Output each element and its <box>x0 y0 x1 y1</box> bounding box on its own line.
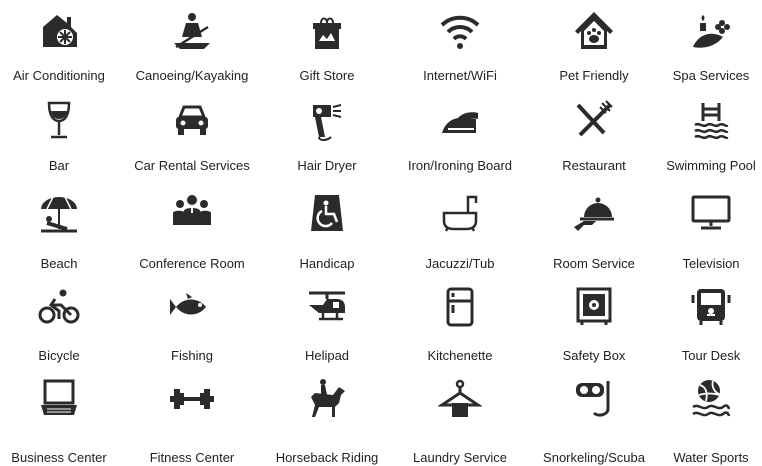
business-center-icon <box>36 376 82 422</box>
pet-friendly-icon <box>571 8 617 54</box>
air-conditioning-icon <box>36 8 82 54</box>
amenity-label: Safety Box <box>562 348 626 363</box>
amenity-item: Helipad <box>262 284 392 364</box>
amenity-label: Conference Room <box>139 256 245 271</box>
hair-dryer-icon <box>304 98 350 144</box>
bar-icon <box>36 98 82 144</box>
amenity-item: Snorkeling/Scuba <box>529 376 659 466</box>
amenity-item: Fitness Center <box>127 376 257 466</box>
horseback-riding-icon <box>304 376 350 422</box>
jacuzzi-tub-icon <box>437 190 483 236</box>
amenity-label: Gift Store <box>299 68 355 83</box>
room-service-icon <box>571 190 617 236</box>
snorkeling-scuba-icon <box>571 376 617 422</box>
amenity-label: Bar <box>48 158 70 173</box>
amenity-label: Car Rental Services <box>134 158 250 173</box>
amenity-label: Television <box>682 256 740 271</box>
safety-box-icon <box>571 284 617 330</box>
water-sports-icon <box>688 376 734 422</box>
amenity-item: Canoeing/Kayaking <box>127 8 257 84</box>
amenity-item: Safety Box <box>529 284 659 364</box>
amenity-item: Kitchenette <box>395 284 525 364</box>
amenity-label: Kitchenette <box>427 348 493 363</box>
beach-icon <box>36 190 82 236</box>
amenity-item: Air Conditioning <box>0 8 124 84</box>
amenity-item: Business Center <box>0 376 124 466</box>
amenity-label: Spa Services <box>672 68 750 83</box>
amenity-label: Laundry Service <box>413 450 507 465</box>
amenity-label: Beach <box>40 256 78 271</box>
helipad-icon <box>304 284 350 330</box>
amenities-grid: Air Conditioning Canoeing/Kayaking Gift St… <box>0 0 762 465</box>
amenity-item: Horseback Riding <box>262 376 392 466</box>
amenity-item: Internet/WiFi <box>395 8 525 84</box>
tour-desk-icon <box>688 284 734 330</box>
amenity-label: Tour Desk <box>681 348 741 363</box>
amenity-item: Room Service <box>529 190 659 272</box>
amenity-item: Car Rental Services <box>127 98 257 174</box>
amenity-label: Air Conditioning <box>13 68 105 83</box>
gift-store-icon <box>304 8 350 54</box>
television-icon <box>688 190 734 236</box>
laundry-service-icon <box>437 376 483 422</box>
wifi-icon <box>437 8 483 54</box>
amenity-label: Restaurant <box>562 158 626 173</box>
amenity-label: Jacuzzi/Tub <box>425 256 495 271</box>
amenity-label: Pet Friendly <box>559 68 629 83</box>
amenity-label: Hair Dryer <box>297 158 357 173</box>
amenity-label: Room Service <box>553 256 635 271</box>
amenity-item: Iron/Ironing Board <box>395 98 525 174</box>
spa-services-icon <box>688 8 734 54</box>
amenity-item: Handicap <box>262 190 392 272</box>
amenity-label: Horseback Riding <box>275 450 379 465</box>
amenity-item: Television <box>646 190 762 272</box>
handicap-icon <box>304 190 350 236</box>
conference-room-icon <box>169 190 215 236</box>
amenity-label: Helipad <box>304 348 350 363</box>
amenity-item: Jacuzzi/Tub <box>395 190 525 272</box>
amenity-item: Restaurant <box>529 98 659 174</box>
amenity-label: Handicap <box>299 256 355 271</box>
fishing-icon <box>169 284 215 330</box>
amenity-item: Bicycle <box>0 284 124 364</box>
amenity-item: Swimming Pool <box>646 98 762 174</box>
amenity-label: Canoeing/Kayaking <box>135 68 249 83</box>
amenity-label: Snorkeling/Scuba <box>543 450 645 465</box>
canoeing-kayaking-icon <box>169 8 215 54</box>
amenity-item: Beach <box>0 190 124 272</box>
kitchenette-icon <box>437 284 483 330</box>
amenity-item: Fishing <box>127 284 257 364</box>
amenity-label: Iron/Ironing Board <box>407 158 513 173</box>
amenity-label: Water Sports <box>673 450 749 465</box>
amenity-label: Internet/WiFi <box>423 68 497 83</box>
amenity-item: Hair Dryer <box>262 98 392 174</box>
iron-icon <box>437 98 483 144</box>
amenity-item: Tour Desk <box>646 284 762 364</box>
amenity-label: Swimming Pool <box>666 158 756 173</box>
amenity-item: Water Sports <box>646 376 762 466</box>
amenity-label: Bicycle <box>38 348 80 363</box>
fitness-center-icon <box>169 376 215 422</box>
car-rental-icon <box>169 98 215 144</box>
amenity-item: Bar <box>0 98 124 174</box>
amenity-item: Spa Services <box>646 8 762 84</box>
amenity-label: Business Center <box>11 450 107 465</box>
amenity-label: Fitness Center <box>149 450 235 465</box>
amenity-item: Gift Store <box>262 8 392 84</box>
amenity-item: Pet Friendly <box>529 8 659 84</box>
swimming-pool-icon <box>688 98 734 144</box>
amenity-item: Laundry Service <box>395 376 525 466</box>
amenity-label: Fishing <box>171 348 213 363</box>
bicycle-icon <box>36 284 82 330</box>
amenity-item: Conference Room <box>127 190 257 272</box>
restaurant-icon <box>571 98 617 144</box>
